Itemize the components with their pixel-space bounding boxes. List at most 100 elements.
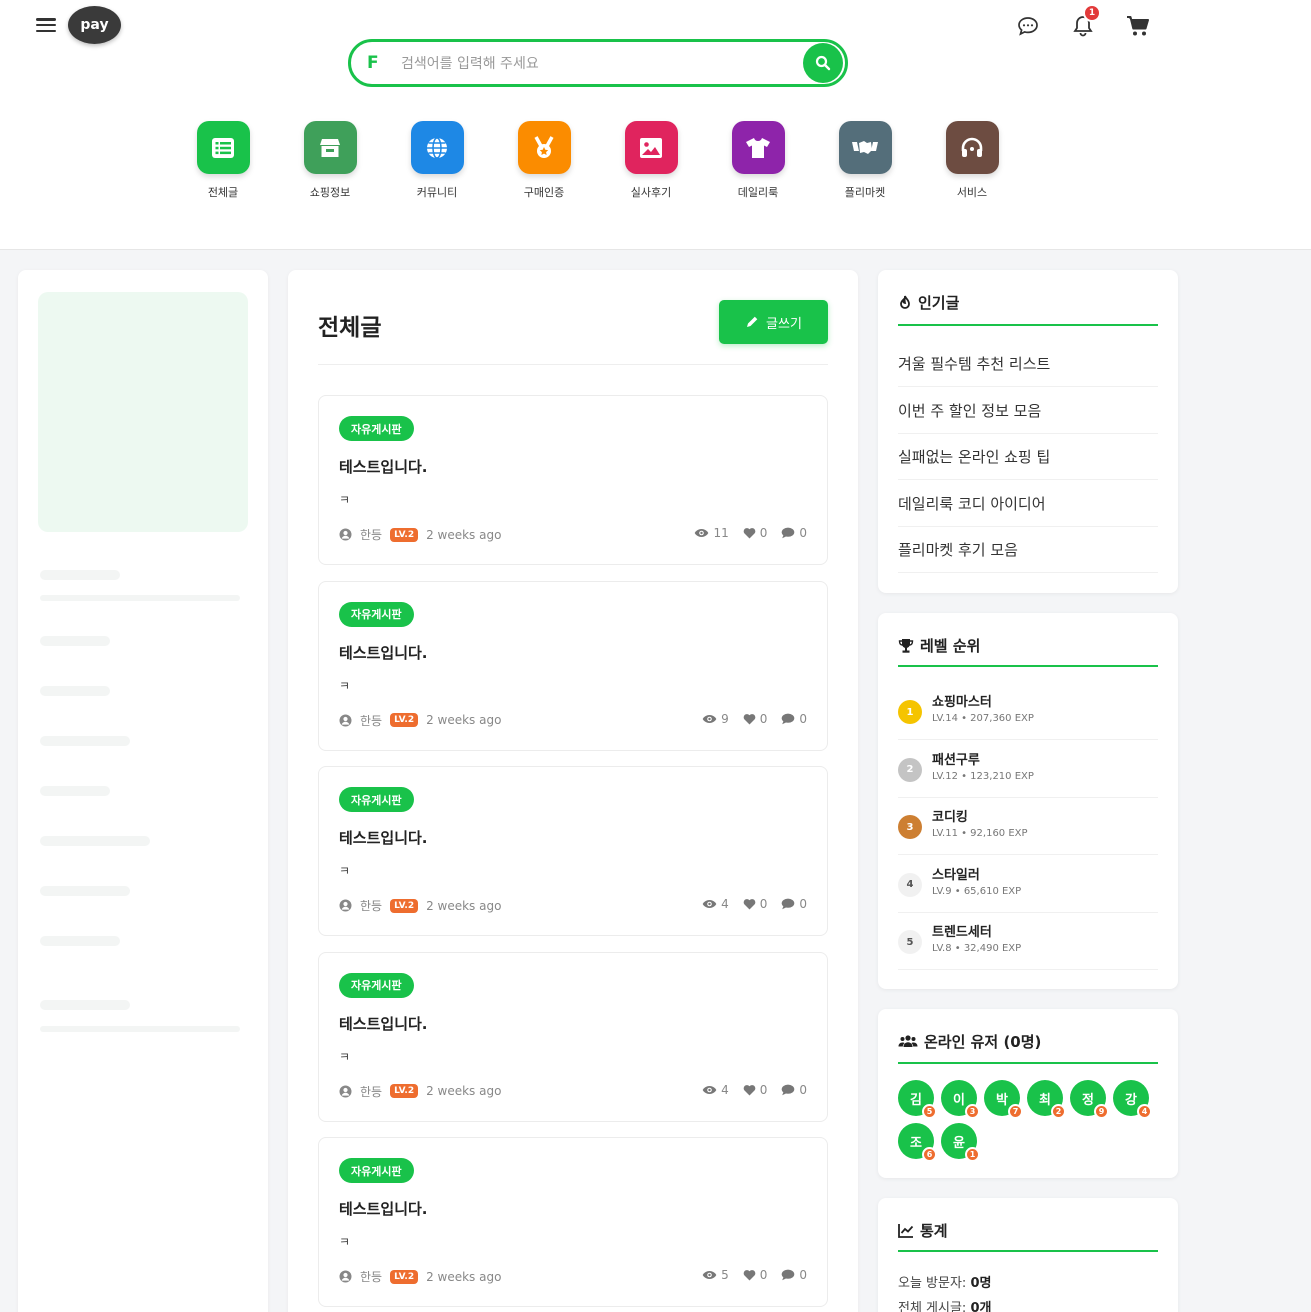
board-tag[interactable]: 자유게시판 — [339, 787, 414, 812]
online-user-avatar[interactable]: 윤 1 — [941, 1123, 980, 1162]
online-user-avatar[interactable]: 조 6 — [898, 1123, 937, 1162]
category-item[interactable]: 서비스 — [932, 121, 1012, 200]
handshake-icon — [838, 121, 892, 174]
trophy-icon — [898, 638, 914, 653]
post-time: 2 weeks ago — [426, 1269, 502, 1284]
user-icon — [339, 1085, 352, 1097]
rank-badge: 3 — [898, 815, 922, 839]
ranking-item[interactable]: 3 코디킹 LV.11 • 92,160 EXP — [898, 798, 1158, 855]
popular-post-link[interactable]: 겨울 필수템 추천 리스트 — [898, 341, 1158, 387]
category-label: 구매인증 — [523, 186, 565, 199]
comment-count: 0 — [781, 526, 807, 540]
post-card[interactable]: 자유게시판 테스트입니다. ㅋ 한등 LV.2 2 weeks ago 5 0 … — [318, 1137, 828, 1307]
ranking-item[interactable]: 5 트렌드세터 LV.8 • 32,490 EXP — [898, 913, 1158, 970]
tshirt-icon — [731, 121, 785, 174]
board-tag[interactable]: 자유게시판 — [339, 972, 414, 998]
search-input[interactable]: 검색어를 입력해 주세요 — [401, 53, 803, 73]
logo[interactable]: pay — [68, 6, 121, 44]
popular-post-link[interactable]: 실패없는 온라인 쇼핑 팁 — [898, 434, 1158, 480]
post-author[interactable]: 한등 — [360, 1268, 382, 1285]
post-meta: 한등 LV.2 2 weeks ago — [339, 1268, 501, 1285]
category-item[interactable]: 실사후기 — [611, 121, 691, 200]
post-title[interactable]: 테스트입니다. — [339, 642, 428, 663]
post-author[interactable]: 한등 — [360, 526, 382, 543]
online-user-avatar[interactable]: 이 3 — [941, 1080, 980, 1119]
post-title[interactable]: 테스트입니다. — [339, 827, 428, 848]
avatar-initial: 정 — [1082, 1092, 1094, 1108]
medal-icon — [517, 121, 571, 174]
post-stats: 11 0 0 — [694, 526, 807, 540]
category-item[interactable]: 구매인증 — [504, 121, 584, 200]
divider — [898, 1250, 1158, 1252]
post-author[interactable]: 한등 — [360, 1083, 382, 1100]
visitor-stat: 오늘 방문자: 0명 — [898, 1276, 992, 1291]
post-card[interactable]: 자유게시판 테스트입니다. ㅋ 한등 LV.2 2 weeks ago 9 0 … — [318, 580, 828, 751]
post-author[interactable]: 한등 — [360, 897, 382, 914]
category-item[interactable]: 쇼핑정보 — [290, 121, 370, 200]
post-author[interactable]: 한등 — [360, 712, 382, 729]
main-content: 전체글 글쓰기 자유게시판 테스트입니다. ㅋ 한등 LV.2 2 weeks … — [288, 270, 858, 1312]
view-count: 5 — [702, 1268, 729, 1282]
board-tag[interactable]: 자유게시판 — [339, 416, 414, 441]
post-card[interactable]: 자유게시판 테스트입니다. ㅋ 한등 LV.2 2 weeks ago 11 0… — [318, 395, 828, 565]
level-badge: LV.2 — [390, 527, 419, 542]
online-user-avatar[interactable]: 김 5 — [898, 1080, 937, 1119]
ranking-item[interactable]: 1 쇼핑마스터 LV.14 • 207,360 EXP — [898, 683, 1158, 740]
popular-post-link[interactable]: 이번 주 할인 정보 모음 — [898, 388, 1158, 434]
search-button[interactable] — [803, 43, 843, 83]
view-count: 4 — [702, 897, 729, 911]
write-button[interactable]: 글쓰기 — [719, 300, 828, 344]
comment-icon — [782, 1084, 795, 1095]
board-tag[interactable]: 자유게시판 — [339, 601, 414, 627]
ranking-item[interactable]: 4 스타일러 LV.9 • 65,610 EXP — [898, 856, 1158, 913]
ranking-item[interactable]: 2 패션구루 LV.12 • 123,210 EXP — [898, 741, 1158, 798]
category-label: 쇼핑정보 — [309, 186, 351, 199]
cart-icon[interactable] — [1124, 12, 1152, 40]
comment-count: 0 — [781, 1083, 807, 1097]
left-sidebar — [18, 270, 268, 1312]
popular-post-link[interactable]: 데일리룩 코디 아이디어 — [898, 481, 1158, 527]
post-card[interactable]: 자유게시판 테스트입니다. ㅋ 한등 LV.2 2 weeks ago 4 0 … — [318, 766, 828, 936]
category-item[interactable]: 전체글 — [183, 121, 263, 200]
category-item[interactable]: 커뮤니티 — [397, 121, 477, 200]
view-count: 9 — [702, 712, 729, 726]
view-count: 4 — [702, 1083, 729, 1097]
online-users-card: 온라인 유저 (0명) 김 5이 3박 7최 2정 9강 4조 6윤 1 — [878, 1009, 1178, 1178]
post-time: 2 weeks ago — [426, 527, 502, 542]
post-title[interactable]: 테스트입니다. — [339, 1198, 428, 1219]
post-count-stat: 전체 게시글: 0개 — [898, 1301, 992, 1312]
post-time: 2 weeks ago — [426, 1084, 502, 1098]
rank-info: LV.9 • 65,610 EXP — [932, 885, 1022, 897]
online-user-avatar[interactable]: 박 7 — [984, 1080, 1023, 1119]
online-user-avatar[interactable]: 정 9 — [1070, 1080, 1109, 1119]
category-label: 전체글 — [207, 186, 239, 199]
chart-line-icon — [898, 1224, 914, 1238]
post-title[interactable]: 테스트입니다. — [339, 1013, 428, 1034]
chat-icon[interactable] — [1014, 12, 1042, 40]
bell-icon[interactable]: 1 — [1069, 4, 1101, 40]
post-time: 2 weeks ago — [426, 898, 502, 913]
search-prefix: F — [367, 53, 379, 73]
eye-icon — [702, 714, 717, 723]
category-item[interactable]: 데일리룩 — [718, 121, 798, 200]
comment-count: 0 — [781, 1268, 807, 1282]
post-card[interactable]: 자유게시판 테스트입니다. ㅋ 한등 LV.2 2 weeks ago 4 0 … — [318, 951, 828, 1122]
post-stats: 9 0 0 — [702, 712, 807, 726]
profile-card-placeholder — [38, 292, 248, 532]
avatar-initial: 조 — [910, 1135, 922, 1151]
post-title[interactable]: 테스트입니다. — [339, 456, 428, 477]
avatar-initial: 최 — [1039, 1092, 1051, 1108]
divider — [898, 665, 1158, 667]
rank-username: 패션구루 — [932, 752, 980, 768]
rank-info: LV.12 • 123,210 EXP — [932, 770, 1034, 782]
online-user-avatar[interactable]: 최 2 — [1027, 1080, 1066, 1119]
avatar-level-badge: 7 — [1008, 1104, 1023, 1119]
popular-post-link[interactable]: 플리마켓 후기 모음 — [898, 527, 1158, 573]
users-icon — [898, 1035, 918, 1047]
post-stats: 4 0 0 — [702, 1083, 807, 1097]
category-item[interactable]: 플리마켓 — [825, 121, 905, 200]
board-tag[interactable]: 자유게시판 — [339, 1158, 414, 1183]
menu-icon[interactable] — [36, 16, 56, 34]
heart-icon — [743, 713, 756, 724]
online-user-avatar[interactable]: 강 4 — [1113, 1080, 1152, 1119]
